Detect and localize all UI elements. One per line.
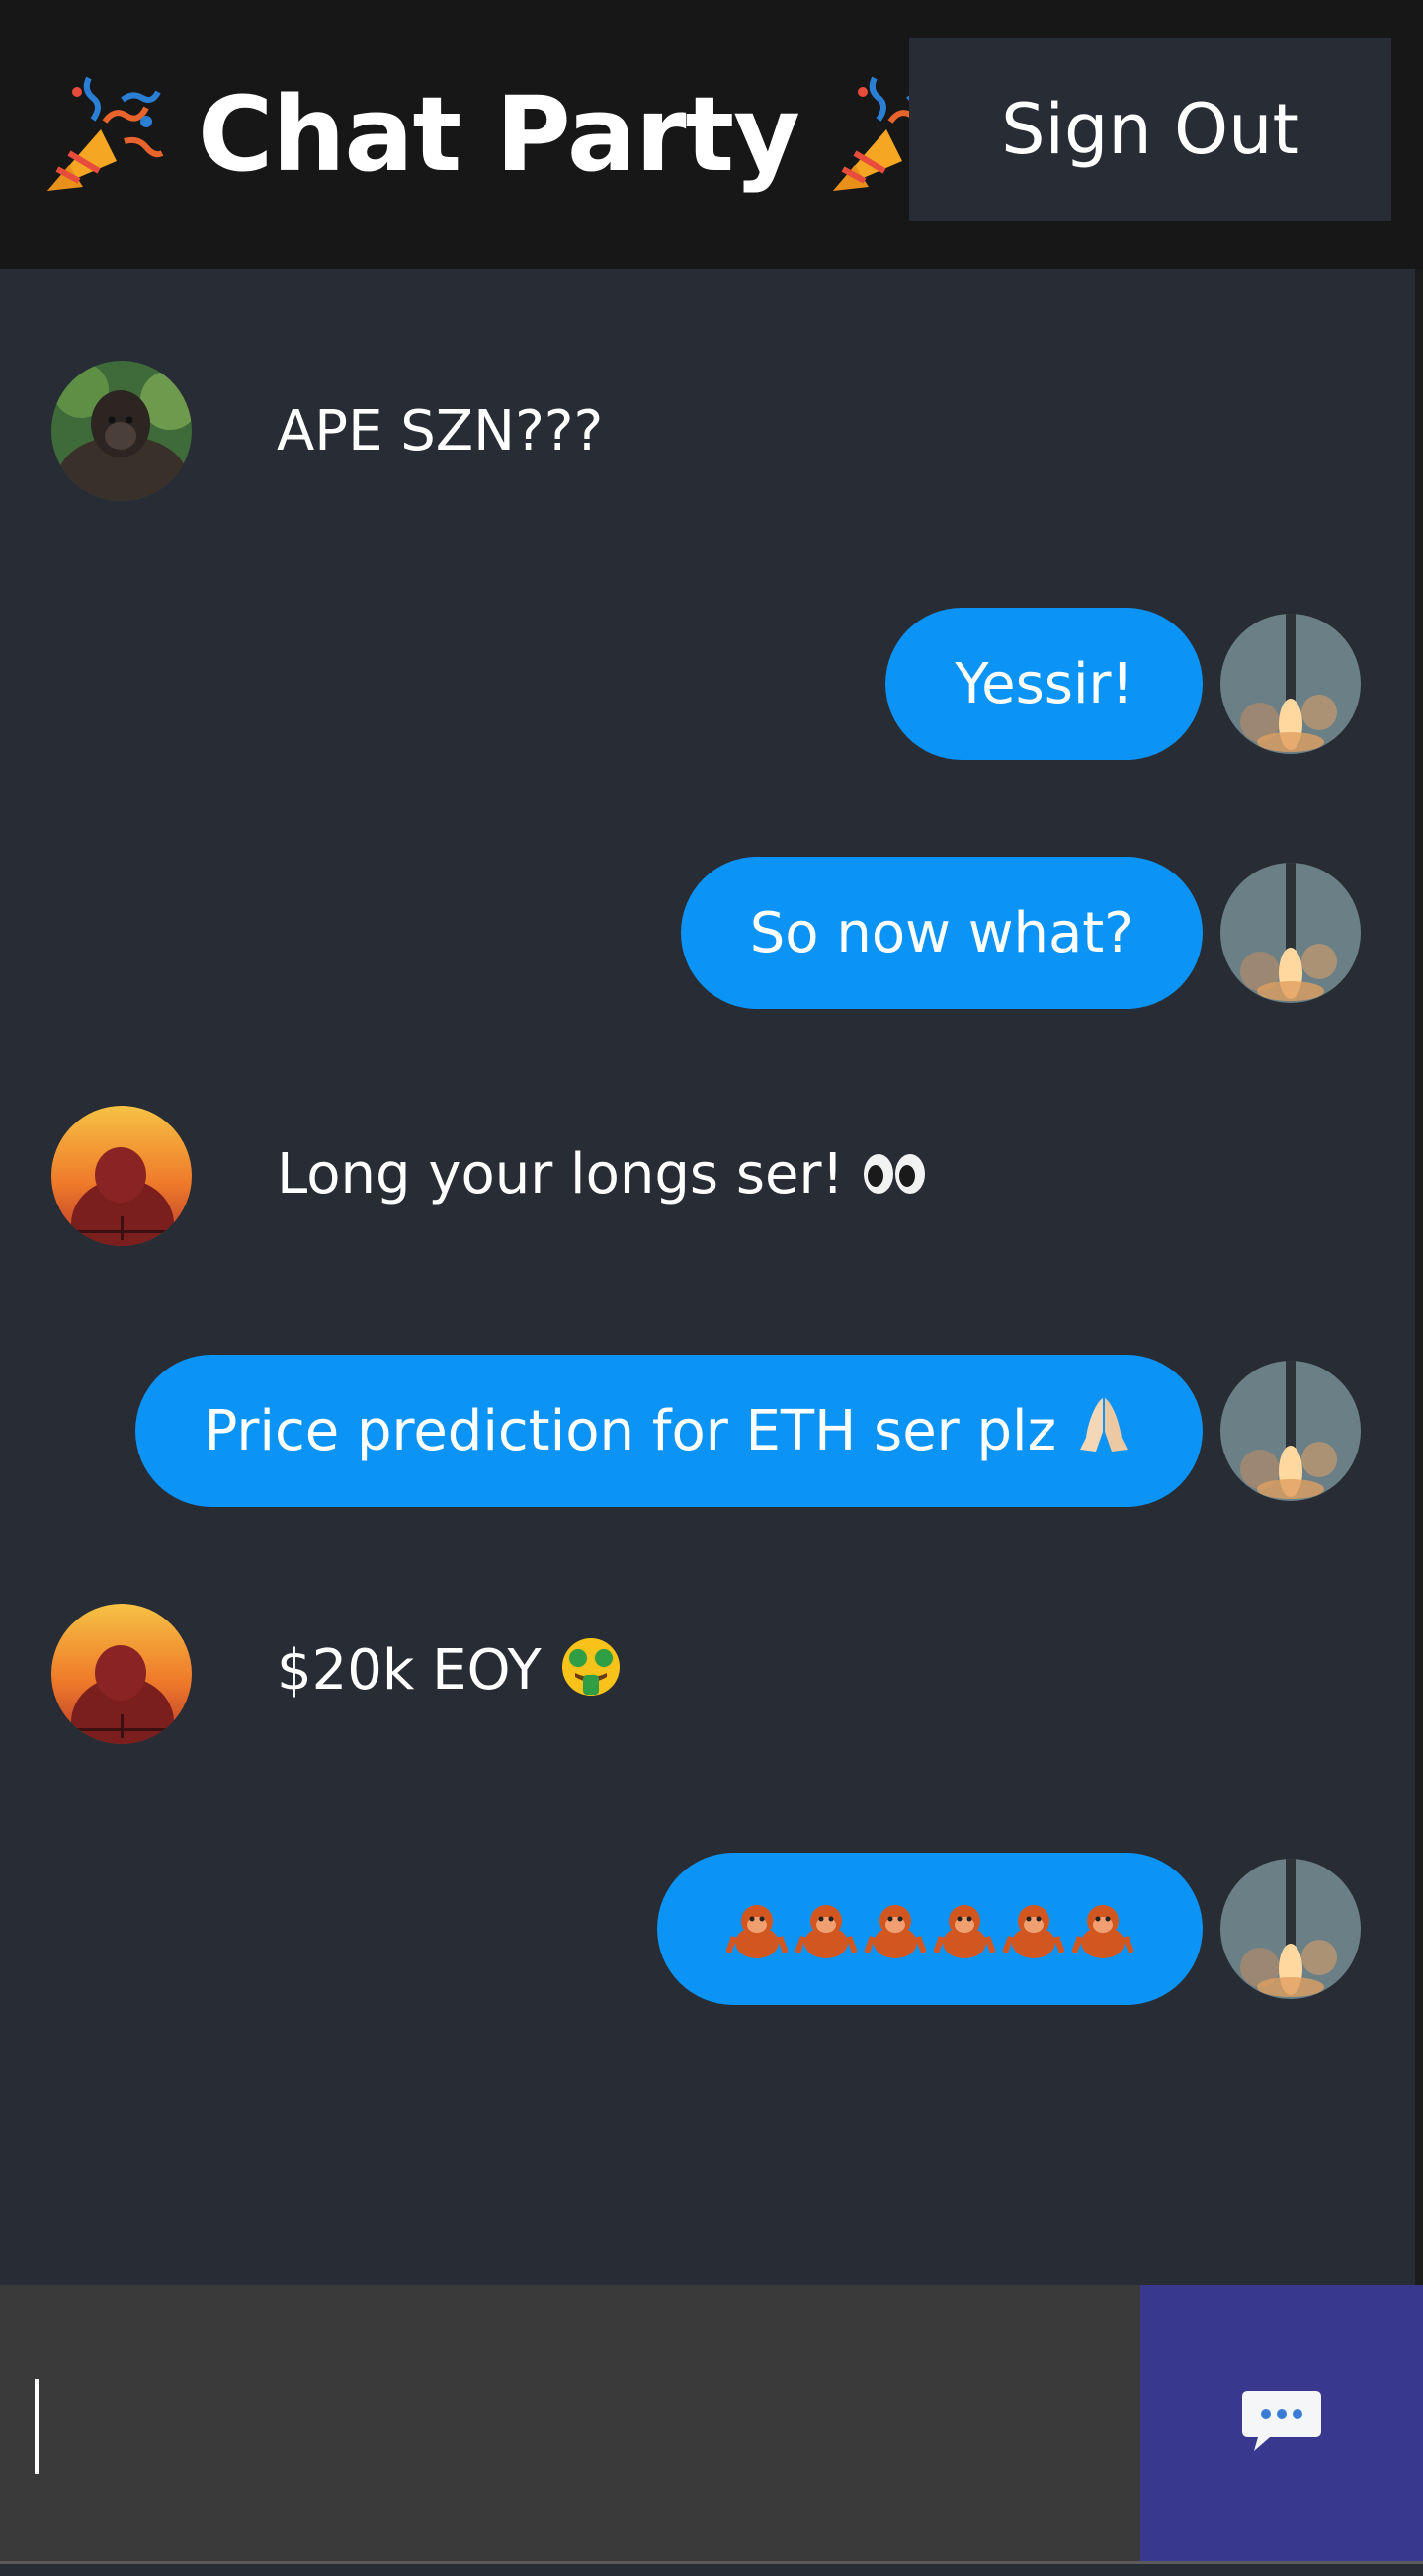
sign-out-button[interactable]: Sign Out xyxy=(909,38,1391,221)
sunset-gorilla-avatar xyxy=(51,1106,192,1246)
eyes-emoji xyxy=(862,1145,927,1209)
message-text: Yessir! xyxy=(955,651,1133,716)
message-bubble: So now what? xyxy=(680,857,1203,1009)
orangutan-emoji xyxy=(1072,1905,1133,1958)
speech-balloon-icon xyxy=(1240,2387,1323,2459)
orangutan-emoji-row xyxy=(726,1897,1133,1960)
orangutan-emoji xyxy=(934,1905,995,1958)
bottom-divider xyxy=(0,2561,1423,2576)
message-received: Long your longs ser! xyxy=(51,1106,927,1246)
rocket-launch-avatar xyxy=(1220,1361,1361,1501)
sunset-gorilla-avatar xyxy=(51,1604,192,1744)
message-received: APE SZN??? xyxy=(51,361,603,501)
orangutan-emoji xyxy=(865,1905,926,1958)
message-text: So now what? xyxy=(749,900,1133,965)
orangutan-emoji xyxy=(726,1905,788,1958)
app-title-text: Chat Party xyxy=(198,74,800,195)
send-button[interactable] xyxy=(1140,2285,1423,2561)
rocket-launch-avatar xyxy=(1220,614,1361,754)
message-text: APE SZN??? xyxy=(277,398,604,463)
orangutan-emoji xyxy=(795,1905,857,1958)
rocket-launch-avatar xyxy=(1220,1859,1361,1999)
message-text: Price prediction for ETH ser plz xyxy=(204,1398,1056,1463)
message-text: Long your longs ser! xyxy=(277,1142,927,1209)
message-input[interactable] xyxy=(0,2285,1140,2561)
gorilla-photo-avatar xyxy=(51,361,192,501)
message-bubble: Yessir! xyxy=(885,608,1203,760)
message-bubble: Price prediction for ETH ser plz xyxy=(134,1355,1203,1507)
chat-app: Chat Party Sign Out APE SZN??? Yessir! S… xyxy=(0,0,1423,2576)
message-received: $20k EOY xyxy=(51,1604,623,1744)
rocket-launch-avatar xyxy=(1220,863,1361,1003)
message-bubble xyxy=(657,1853,1203,2005)
message-sent xyxy=(657,1853,1361,2005)
text-caret xyxy=(35,2379,39,2474)
scrollbar[interactable] xyxy=(1415,269,1423,2285)
message-sent: Price prediction for ETH ser plz xyxy=(134,1355,1361,1507)
message-list[interactable]: APE SZN??? Yessir! So now what? Long you… xyxy=(0,269,1415,2285)
money-mouth-face-emoji xyxy=(559,1635,623,1712)
message-sent: Yessir! xyxy=(885,608,1361,760)
message-text: $20k EOY xyxy=(277,1635,623,1712)
orangutan-emoji xyxy=(1003,1905,1064,1958)
message-composer xyxy=(0,2285,1423,2561)
app-header: Chat Party Sign Out xyxy=(0,0,1423,269)
party-popper-icon xyxy=(40,70,168,199)
app-title: Chat Party xyxy=(40,70,954,199)
message-sent: So now what? xyxy=(680,857,1361,1009)
folded-hands-emoji xyxy=(1074,1392,1133,1469)
